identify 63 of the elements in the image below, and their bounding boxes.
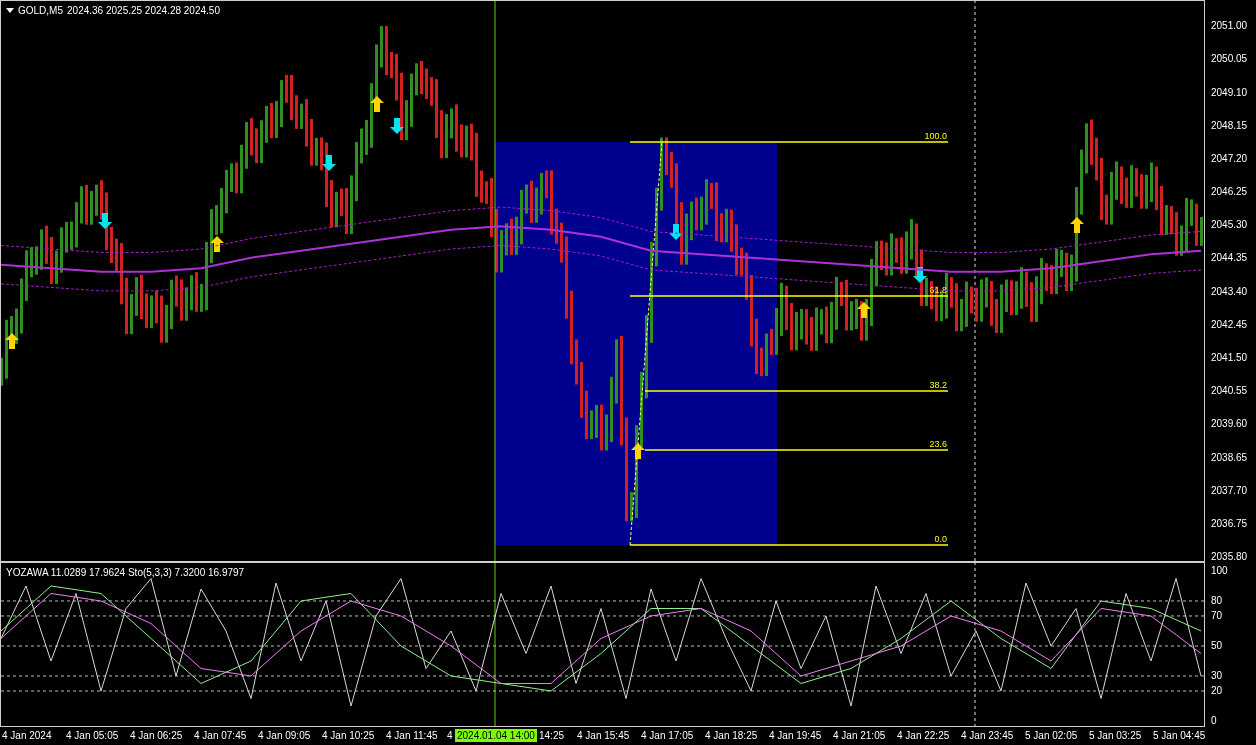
- time-axis-label: 4 Jan 2024: [2, 730, 52, 741]
- up-arrow-icon: [370, 96, 384, 112]
- indicator-axis-label: 20: [1211, 685, 1223, 697]
- up-arrow-icon: [210, 236, 224, 252]
- indicator-axis-label: 50: [1211, 639, 1223, 652]
- indicator-axis-label: 30: [1211, 669, 1223, 682]
- price-axis-label: 2035.80: [1211, 551, 1248, 564]
- time-axis-label: 5 Jan 02:05: [1025, 730, 1078, 741]
- crosshair-time-label: 2024.01.04 14:00: [455, 729, 537, 742]
- price-axis-label: 2043.40: [1211, 285, 1248, 298]
- up-arrow-icon: [631, 443, 645, 459]
- dropdown-triangle-icon[interactable]: [6, 8, 14, 13]
- price-axis-label: 2044.35: [1211, 252, 1248, 265]
- time-axis-label: 4 Jan 05:05: [66, 730, 119, 741]
- price-axis-label: 2047.20: [1211, 152, 1248, 165]
- time-axis-label: 4 Jan 10:25: [322, 730, 375, 741]
- time-axis-label: 4 Jan 19:45: [769, 730, 822, 741]
- time-axis-label: 4 Jan 09:05: [258, 730, 311, 741]
- price-axis-label: 2040.55: [1211, 385, 1248, 398]
- price-axis-label: 2039.60: [1211, 418, 1248, 431]
- time-axis-label: 5 Jan 03:25: [1089, 730, 1142, 741]
- up-arrow-icon: [857, 302, 871, 318]
- price-axis-label: 2048.15: [1211, 119, 1248, 132]
- price-axis-label: 2038.65: [1211, 451, 1248, 464]
- down-arrow-icon: [390, 118, 404, 134]
- up-arrow-icon: [1070, 217, 1084, 233]
- fibonacci-level-label: 38.2: [929, 380, 947, 390]
- price-axis-label: 2042.45: [1211, 318, 1248, 331]
- price-axis-label: 2036.75: [1211, 517, 1248, 530]
- price-axis-label: 2037.70: [1211, 484, 1248, 497]
- down-arrow-icon: [913, 267, 927, 283]
- price-axis-label: 2045.30: [1211, 219, 1248, 232]
- price-axis-label: 2050.05: [1211, 53, 1248, 66]
- time-axis-label: 4 Jan 06:25: [130, 730, 183, 741]
- down-arrow-icon: [669, 224, 683, 240]
- time-axis-label: 4 Jan 23:45: [961, 730, 1014, 741]
- price-axis-label: 2051.00: [1211, 20, 1248, 33]
- fibonacci-level-label: 100.0: [924, 131, 947, 141]
- price-axis-label: 2041.50: [1211, 352, 1248, 364]
- chart-symbol: GOLD,M5: [18, 5, 63, 16]
- indicator-axis-label: 70: [1211, 609, 1223, 622]
- time-axis-label: 4 Jan 21:05: [833, 730, 886, 741]
- time-axis-label: 4 Jan 22:25: [897, 730, 950, 741]
- time-axis-label: 4 Jan 15:45: [577, 730, 630, 741]
- time-axis-label: 4: [447, 730, 453, 741]
- time-axis-label: 4 Jan 11:45: [386, 730, 438, 741]
- time-axis-label: 4 Jan 07:45: [194, 730, 247, 741]
- indicator-axis-label: 0: [1211, 715, 1217, 727]
- up-arrow-icon: [5, 333, 19, 349]
- time-axis-label: 4 Jan 18:25: [705, 730, 758, 741]
- indicator-header: YOZAWA 11.0289 17.9624 Sto(5,3,3) 7.3200 16.9797: [6, 567, 245, 578]
- down-arrow-icon: [98, 213, 112, 229]
- down-arrow-icon: [322, 155, 336, 171]
- fibonacci-level-label: 23.6: [929, 439, 947, 449]
- time-axis-label: 4 Jan 17:05: [641, 730, 694, 741]
- indicator-axis-label: 100: [1211, 564, 1228, 577]
- price-axis-label: 2046.25: [1211, 186, 1248, 199]
- ohlc-values: 2024.36 2025.25 2024.28 2024.50: [67, 5, 220, 16]
- fibonacci-level-label: 0.0: [934, 534, 947, 544]
- time-axis-label: 5 Jan 04:45: [1153, 730, 1206, 741]
- indicator-axis-label: 80: [1211, 594, 1223, 607]
- time-axis-label: 14:25: [539, 730, 565, 741]
- price-axis-label: 2049.10: [1211, 86, 1248, 99]
